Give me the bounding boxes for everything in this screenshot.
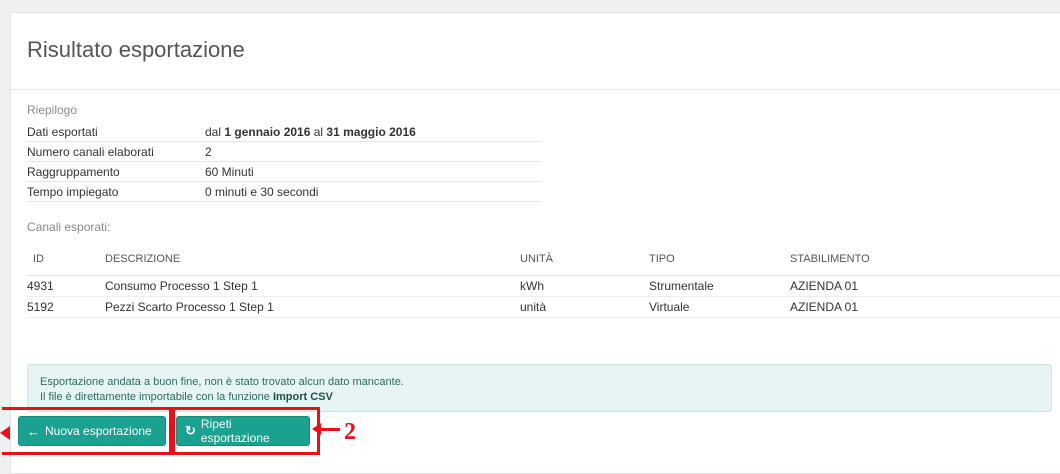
header-description: DESCRIZIONE — [105, 253, 181, 265]
summary-table: Dati esportati dal 1 gennaio 2016 al 31 … — [27, 122, 541, 202]
summary-row: Dati esportati dal 1 gennaio 2016 al 31 … — [27, 122, 541, 142]
channels-table: ID DESCRIZIONE UNITÀ TIPO STABILIMENTO 4… — [27, 249, 1060, 318]
channels-header-row: ID DESCRIZIONE UNITÀ TIPO STABILIMENTO — [27, 249, 1060, 276]
highlight-arrow — [312, 423, 340, 435]
summary-key: Numero canali elaborati — [27, 141, 205, 162]
summary-key: Tempo impiegato — [27, 181, 205, 202]
alert-text: Il file è direttamente importabile con l… — [40, 391, 273, 403]
import-csv-link[interactable]: Import CSV — [273, 391, 333, 403]
cell-plant: AZIENDA 01 — [790, 300, 859, 314]
summary-value: 60 Minuti — [205, 161, 541, 182]
cell-id: 4931 — [27, 279, 54, 293]
summary-row: Tempo impiegato 0 minuti e 30 secondi — [27, 181, 541, 202]
date-from: 1 gennaio 2016 — [224, 124, 311, 139]
cell-type: Strumentale — [649, 279, 714, 293]
highlight-arrow-left — [0, 426, 10, 440]
summary-row: Raggruppamento 60 Minuti — [27, 161, 541, 182]
highlight-box-repeat — [172, 407, 320, 455]
header-unit: UNITÀ — [520, 253, 553, 265]
header-type: TIPO — [649, 253, 675, 265]
summary-value: 2 — [205, 141, 541, 162]
header-id: ID — [33, 253, 44, 265]
summary-row: Numero canali elaborati 2 — [27, 141, 541, 162]
table-row: 5192 Pezzi Scarto Processo 1 Step 1 unit… — [27, 297, 1060, 318]
cell-description: Pezzi Scarto Processo 1 Step 1 — [105, 300, 274, 314]
cell-plant: AZIENDA 01 — [790, 279, 859, 293]
date-range-prefix: dal — [205, 124, 225, 139]
summary-key: Dati esportati — [27, 122, 205, 142]
channels-label: Canali esporati: — [27, 220, 111, 234]
alert-line-1: Esportazione andata a buon fine, non è s… — [40, 376, 404, 388]
page-title: Risultato esportazione — [27, 37, 245, 62]
export-result-panel: Risultato esportazione Riepilogo Dati es… — [10, 12, 1060, 474]
cell-description: Consumo Processo 1 Step 1 — [105, 279, 258, 293]
cell-type: Virtuale — [649, 300, 690, 314]
summary-key: Raggruppamento — [27, 161, 205, 182]
date-range-mid: al — [310, 124, 327, 139]
table-row: 4931 Consumo Processo 1 Step 1 kWh Strum… — [27, 276, 1060, 297]
highlight-box-new — [2, 407, 172, 455]
cell-unit: unità — [520, 300, 547, 314]
step-number: 2 — [344, 419, 356, 445]
summary-value: dal 1 gennaio 2016 al 31 maggio 2016 — [205, 122, 541, 142]
header-plant: STABILIMENTO — [790, 253, 870, 265]
date-to: 31 maggio 2016 — [326, 124, 416, 139]
summary-label: Riepilogo — [27, 103, 78, 117]
summary-value: 0 minuti e 30 secondi — [205, 181, 541, 202]
title-divider — [11, 89, 1060, 90]
success-alert: Esportazione andata a buon fine, non è s… — [27, 364, 1052, 412]
alert-line-2: Il file è direttamente importabile con l… — [40, 390, 1039, 405]
cell-unit: kWh — [520, 279, 544, 293]
cell-id: 5192 — [27, 300, 54, 314]
